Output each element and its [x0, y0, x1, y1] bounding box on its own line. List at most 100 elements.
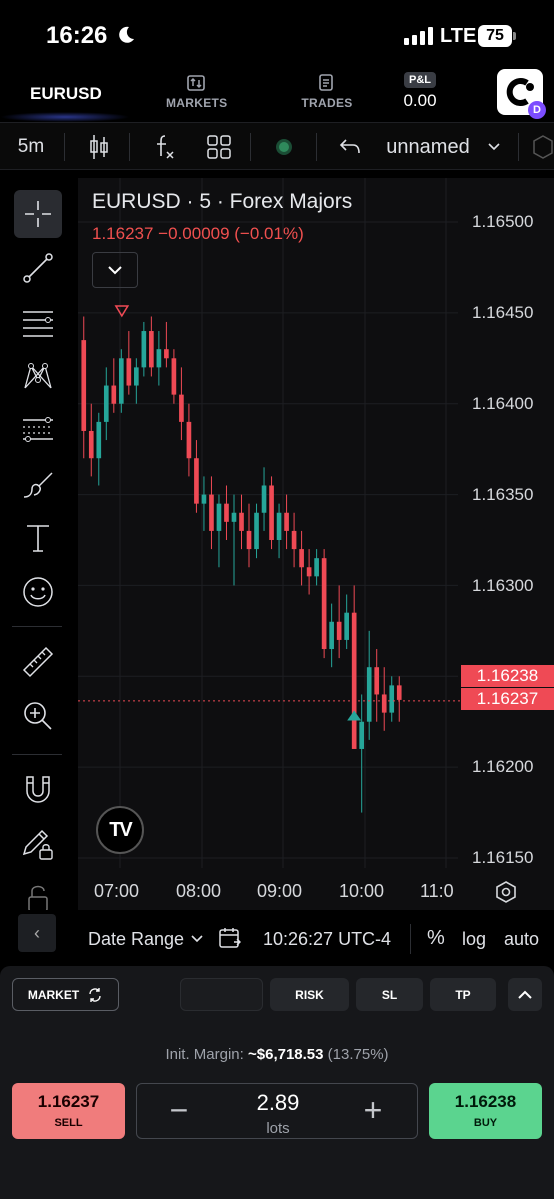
- active-tab-indicator: [0, 112, 130, 122]
- trendline-icon: [23, 253, 53, 283]
- smiley-icon: [23, 577, 53, 607]
- crosshair-tool[interactable]: [14, 190, 62, 238]
- zoom-tool[interactable]: [14, 692, 62, 740]
- increase-lots-button[interactable]: +: [355, 1092, 391, 1129]
- candle-body: [156, 349, 162, 368]
- status-bar: 16:26 LTE 75: [0, 0, 554, 66]
- y-axis-label: 1.16150: [472, 848, 534, 867]
- candle-body: [231, 512, 237, 522]
- layout-dropdown-button[interactable]: [482, 123, 506, 171]
- brush-icon: [23, 472, 53, 498]
- trendline-tool[interactable]: [14, 244, 62, 292]
- more-tools-button[interactable]: [532, 123, 554, 171]
- avatar[interactable]: D: [497, 69, 546, 119]
- nav-symbol[interactable]: EURUSD: [30, 84, 102, 104]
- lock-drawings-tool[interactable]: [14, 820, 62, 868]
- y-axis-label: 1.16200: [472, 757, 534, 776]
- top-nav: EURUSD MARKETS TRADES P&L 0.00 D: [0, 66, 554, 122]
- undo-icon: [339, 139, 360, 154]
- date-range-bar: ‹ Date Range 10:26:27 UTC-4 % log auto: [0, 910, 554, 966]
- candle-body: [96, 421, 102, 459]
- undo-button[interactable]: [332, 123, 368, 171]
- candle-body: [329, 621, 334, 650]
- order-type-label: MARKET: [27, 987, 80, 1002]
- fibonacci-icon: [23, 417, 53, 442]
- candle-type-button[interactable]: [80, 123, 118, 171]
- status-time: 16:26: [46, 22, 108, 49]
- empty-slot-button[interactable]: [180, 978, 263, 1011]
- candle-body: [111, 385, 117, 404]
- sell-button[interactable]: 1.16237 SELL: [12, 1083, 125, 1139]
- chevron-down-icon: [108, 266, 122, 275]
- calendar-icon[interactable]: [218, 926, 242, 950]
- chart-quote: 1.16237 −0.00009 (−0.01%): [92, 224, 304, 243]
- candle-body: [239, 512, 244, 531]
- legend-collapse-button[interactable]: [92, 252, 138, 288]
- timezone-clock[interactable]: 10:26:27 UTC-4: [263, 929, 391, 950]
- candle-body: [336, 621, 342, 640]
- x-axis-label: 07:00: [94, 881, 140, 901]
- range-divider: [410, 924, 411, 954]
- tradingview-logo-icon: TV: [96, 806, 144, 854]
- trades-icon: [319, 74, 333, 91]
- brush-tool[interactable]: [14, 460, 62, 508]
- candle-body: [314, 558, 319, 577]
- x-axis-label: 11:0: [420, 881, 454, 901]
- candle-body: [81, 340, 87, 431]
- hide-drawings-tool[interactable]: [14, 874, 62, 910]
- buy-label: BUY: [473, 1117, 498, 1129]
- candle-body: [396, 685, 402, 700]
- replay-status-button[interactable]: [266, 123, 302, 171]
- expand-panel-button[interactable]: [508, 978, 542, 1011]
- chart-canvas[interactable]: [78, 178, 554, 910]
- nav-trades[interactable]: TRADES: [300, 74, 354, 110]
- lock-icon: [28, 885, 48, 910]
- sell-label: SELL: [54, 1117, 83, 1129]
- horizontal-lines-tool[interactable]: [14, 298, 62, 346]
- chevron-down-icon[interactable]: [190, 934, 204, 944]
- take-profit-button[interactable]: TP: [430, 978, 496, 1011]
- x-axis-label: 09:00: [257, 881, 303, 901]
- crosshair-icon: [25, 201, 51, 227]
- risk-button[interactable]: RISK: [270, 978, 349, 1011]
- text-tool[interactable]: [14, 514, 62, 562]
- emoji-tool[interactable]: [14, 568, 62, 616]
- candle-body: [344, 612, 349, 640]
- interval-selector[interactable]: 5m: [6, 123, 56, 171]
- buy-marker: [347, 710, 362, 721]
- chart-settings-button[interactable]: [494, 880, 518, 909]
- collapse-left-button[interactable]: ‹: [18, 914, 56, 952]
- price-chart[interactable]: EURUSD · 5 · Forex Majors 1.16237 −0.000…: [78, 178, 554, 910]
- date-range-selector[interactable]: Date Range: [88, 929, 184, 950]
- auto-scale-toggle[interactable]: auto: [504, 929, 539, 950]
- candle-body: [179, 394, 184, 422]
- fib-tool[interactable]: [14, 406, 62, 454]
- pattern-tool[interactable]: [14, 352, 62, 400]
- initial-margin: Init. Margin: ~$6,718.53 (13.75%): [0, 1046, 554, 1063]
- order-type-button[interactable]: MARKET: [12, 978, 119, 1011]
- nav-markets[interactable]: MARKETS: [166, 74, 227, 110]
- buy-button[interactable]: 1.16238 BUY: [429, 1083, 542, 1139]
- x-axis-label: 10:00: [339, 881, 385, 901]
- order-panel: MARKET RISK SL TP Init. Margin: ~$6,718.…: [0, 966, 554, 1199]
- candle-body: [284, 512, 289, 531]
- indicators-button[interactable]: [146, 123, 184, 171]
- layout-name-selector[interactable]: unnamed: [378, 123, 478, 171]
- function-icon: [157, 135, 174, 159]
- magnet-tool[interactable]: [14, 766, 62, 814]
- candle-body: [88, 430, 94, 459]
- stop-loss-button[interactable]: SL: [356, 978, 423, 1011]
- moon-icon: [119, 26, 134, 43]
- pattern-icon: [24, 363, 52, 389]
- layout-button[interactable]: [200, 123, 238, 171]
- chart-title: EURUSD · 5 · Forex Majors: [92, 190, 353, 213]
- candle-body: [209, 494, 214, 531]
- tools-divider: [12, 626, 62, 627]
- measure-tool[interactable]: [14, 638, 62, 686]
- pnl-widget[interactable]: P&L 0.00: [400, 70, 440, 111]
- toolbar-divider: [518, 133, 519, 161]
- log-scale-toggle[interactable]: log: [462, 929, 486, 950]
- candle-body: [389, 685, 395, 713]
- toolbar-divider: [250, 133, 251, 161]
- percent-scale-toggle[interactable]: %: [427, 927, 445, 950]
